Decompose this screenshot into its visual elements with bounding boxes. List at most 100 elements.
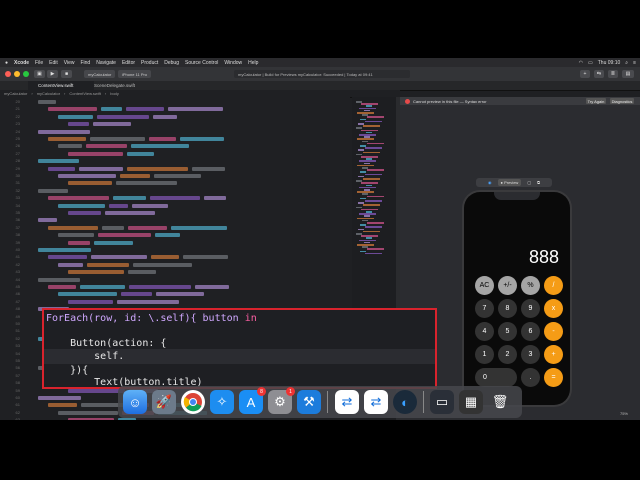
line-number: 42 xyxy=(15,261,20,267)
search-icon[interactable]: ⌕ xyxy=(625,60,628,66)
line-number: 31 xyxy=(15,180,20,186)
screen-preview-icon[interactable]: ▭ xyxy=(430,390,454,414)
breadcrumb-separator: › xyxy=(64,91,66,96)
breadcrumb-file[interactable]: ContentView.swift xyxy=(69,91,101,96)
code-token xyxy=(97,114,149,119)
menu-item-navigate[interactable]: Navigate xyxy=(96,60,116,66)
line-number: 48 xyxy=(15,306,20,312)
calc-key[interactable]: 4 xyxy=(475,322,494,341)
preview-button[interactable]: ● Preview xyxy=(497,179,522,186)
calc-key[interactable]: 7 xyxy=(475,299,494,318)
code-line-foreach[interactable]: ForEach(row, id: \.self){ button in xyxy=(46,313,257,324)
code-token xyxy=(80,285,125,289)
sonic-icon[interactable]: ◐ xyxy=(393,390,417,414)
zoom-window-button[interactable] xyxy=(23,71,29,77)
safari-icon[interactable]: ✧ xyxy=(210,390,234,414)
code-token xyxy=(48,255,87,260)
menu-item-view[interactable]: View xyxy=(64,60,75,66)
stop-button-icon[interactable]: ■ xyxy=(61,70,72,78)
line-number: 45 xyxy=(15,284,20,289)
xcode-icon[interactable]: ⚒ xyxy=(297,390,321,414)
menu-item-editor[interactable]: Editor xyxy=(122,60,135,66)
breadcrumb-group[interactable]: myCalculator xyxy=(37,91,60,96)
chrome-icon[interactable] xyxy=(181,390,205,414)
code-review-icon[interactable]: ⇆ xyxy=(594,70,604,78)
library-icon[interactable]: + xyxy=(580,70,590,78)
breadcrumb-symbol[interactable]: body xyxy=(110,91,119,96)
trash-icon[interactable]: 🗑 xyxy=(488,390,512,414)
menu-item-debug[interactable]: Debug xyxy=(164,60,179,66)
menu-item-product[interactable]: Product xyxy=(141,60,158,66)
tab-scenedelegate[interactable]: SceneDelegate.swift xyxy=(84,81,154,90)
calc-key[interactable]: 8 xyxy=(498,299,517,318)
code-token xyxy=(91,255,147,260)
menu-item-help[interactable]: Help xyxy=(248,60,258,66)
code-token xyxy=(127,166,188,171)
code-line-closure[interactable]: }){ xyxy=(46,365,88,376)
scheme-selector[interactable]: myCalculator xyxy=(84,70,116,78)
inspect-icon[interactable]: ▢ xyxy=(527,180,531,185)
code-token xyxy=(102,225,124,230)
device-selector[interactable]: iPhone 11 Pro xyxy=(118,70,152,78)
finder-icon[interactable]: ☺ xyxy=(123,390,147,414)
line-number: 63 xyxy=(15,417,20,420)
calc-key[interactable]: 3 xyxy=(521,345,540,364)
zoom-level[interactable]: 75% xyxy=(620,411,628,416)
menu-list-icon[interactable]: ≡ xyxy=(633,60,636,66)
code-token xyxy=(87,262,129,267)
code-token xyxy=(121,292,152,297)
calc-key[interactable]: 2 xyxy=(498,345,517,364)
sidebar-toggle-icon[interactable]: ▣ xyxy=(34,70,45,78)
menu-item-edit[interactable]: Edit xyxy=(49,60,58,66)
code-line-self[interactable]: self. xyxy=(46,351,124,362)
teamviewer-icon[interactable]: ⇄ xyxy=(335,390,359,414)
menu-item-window[interactable]: Window xyxy=(224,60,242,66)
inspector-toggle-icon[interactable]: ▤ xyxy=(622,70,634,78)
appstore-icon[interactable]: A8 xyxy=(239,387,266,414)
menu-item-find[interactable]: Find xyxy=(80,60,90,66)
wifi-icon[interactable]: ◠ xyxy=(579,60,583,66)
minimize-window-button[interactable] xyxy=(14,71,20,77)
calc-key[interactable]: AC xyxy=(475,276,494,295)
duplicate-icon[interactable]: ⧉ xyxy=(537,180,540,185)
highlighted-code-block[interactable]: ForEach(row, id: \.self){ button in Butt… xyxy=(42,308,437,389)
code-token xyxy=(101,107,122,112)
run-button-icon[interactable]: ▶ xyxy=(47,70,58,78)
calc-key[interactable]: 1 xyxy=(475,345,494,364)
line-number: 30 xyxy=(15,173,20,178)
menu-item-xcode[interactable]: Xcode xyxy=(14,60,29,66)
calc-key[interactable]: / xyxy=(544,276,563,295)
calc-key[interactable]: +/- xyxy=(498,276,517,295)
calc-key[interactable]: 0 xyxy=(475,368,517,387)
try-again-button[interactable]: Try Again xyxy=(586,98,606,104)
live-preview-icon[interactable]: ◉ xyxy=(488,180,492,185)
battery-icon[interactable]: ▭ xyxy=(588,60,593,66)
calc-key[interactable]: x xyxy=(544,299,563,318)
launchpad-icon[interactable]: 🚀 xyxy=(152,390,176,414)
teamviewer-qs-icon[interactable]: ⇄ xyxy=(364,390,388,414)
calc-key[interactable]: 5 xyxy=(498,322,517,341)
window-preview-icon[interactable]: ▦ xyxy=(459,390,483,414)
calc-key[interactable]: = xyxy=(544,368,563,387)
line-number: 62 xyxy=(15,409,20,415)
editor-options-icon[interactable]: ≣ xyxy=(608,70,618,78)
calc-key[interactable]: - xyxy=(544,322,563,341)
calc-key[interactable]: 6 xyxy=(521,322,540,341)
calc-key[interactable]: . xyxy=(521,368,540,387)
close-window-button[interactable] xyxy=(5,71,11,77)
code-line-button[interactable]: Button(action: { xyxy=(46,338,166,349)
code-token xyxy=(58,233,94,238)
diagnostics-button[interactable]: Diagnostics xyxy=(610,98,634,104)
calc-key[interactable]: + xyxy=(544,345,563,364)
code-token xyxy=(133,262,192,267)
breadcrumb-project[interactable]: myCalculator xyxy=(4,91,27,96)
menu-clock[interactable]: Thu 09:10 xyxy=(598,60,621,66)
menu-item-file[interactable]: File xyxy=(35,60,43,66)
calc-key[interactable]: % xyxy=(521,276,540,295)
menu-item-source-control[interactable]: Source Control xyxy=(185,60,218,66)
calc-key[interactable]: 9 xyxy=(521,299,540,318)
settings-icon[interactable]: ⚙ 1 xyxy=(268,387,295,414)
code-token xyxy=(153,114,177,119)
code-token xyxy=(68,181,112,186)
code-token xyxy=(120,174,150,178)
